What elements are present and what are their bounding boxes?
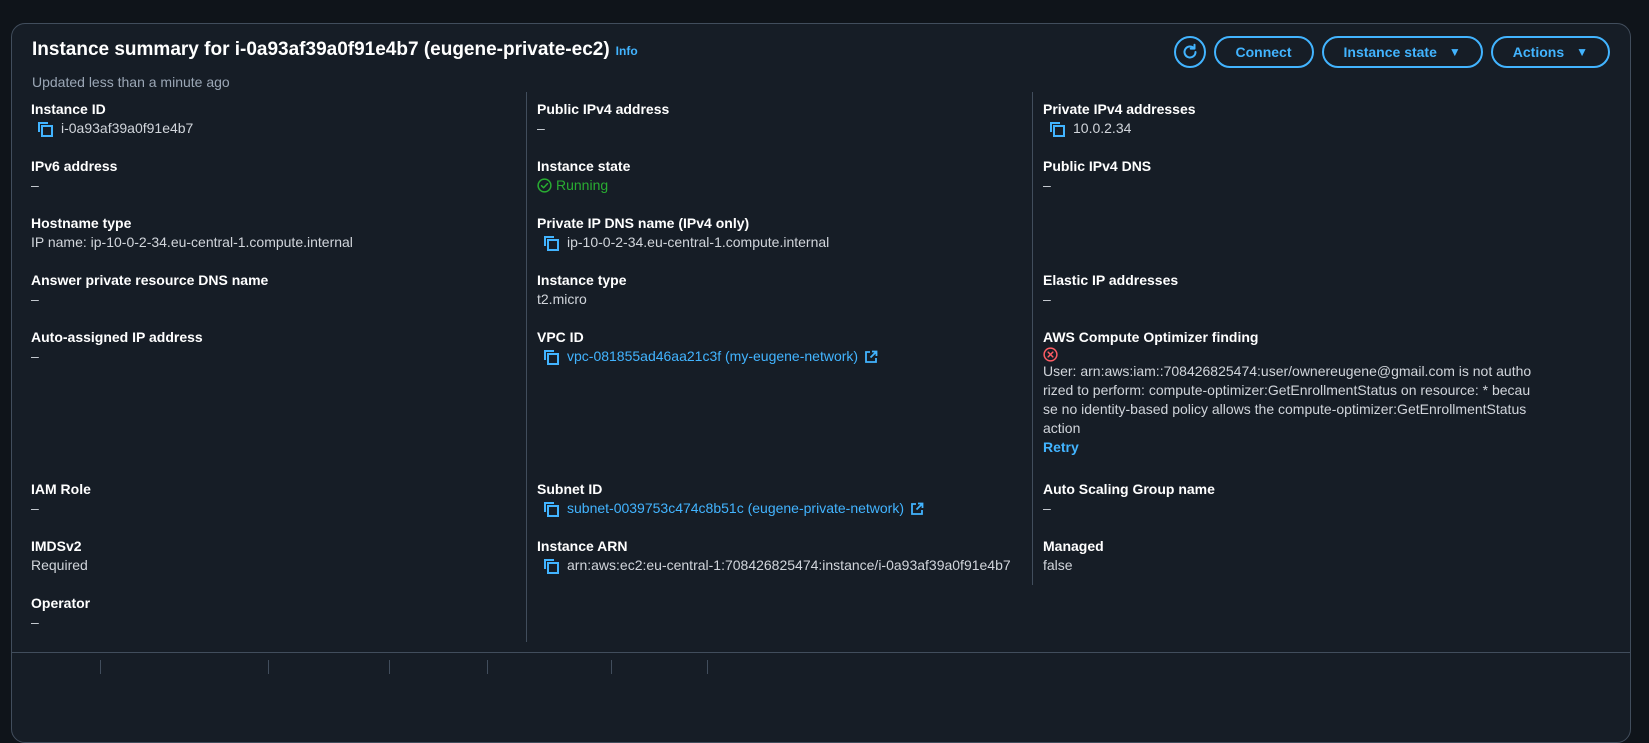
field-private-ipv4: Private IPv4 addresses 10.0.2.34: [1043, 100, 1533, 138]
field-hostname-type: Hostname type IP name: ip-10-0-2-34.eu-c…: [31, 214, 521, 252]
field-label: Public IPv4 address: [537, 101, 670, 117]
tab-separator: [268, 660, 269, 674]
field-managed: Managed false: [1043, 537, 1533, 575]
instance-arn-value: arn:aws:ec2:eu-central-1:708426825474:in…: [567, 557, 1011, 573]
caret-down-icon: ▼: [1576, 45, 1588, 59]
info-link[interactable]: Info: [616, 44, 638, 58]
instance-id-value: i-0a93af39a0f91e4b7: [61, 120, 194, 136]
field-label: Private IPv4 addresses: [1043, 101, 1196, 117]
field-label: Public IPv4 DNS: [1043, 158, 1152, 174]
field-elastic-ip: Elastic IP addresses –: [1043, 271, 1533, 309]
subnet-id-link[interactable]: subnet-0039753c474c8b51c (eugene-private…: [567, 499, 904, 518]
field-value: –: [1043, 177, 1051, 193]
external-link-icon[interactable]: [864, 350, 878, 364]
field-value: IP name: ip-10-0-2-34.eu-central-1.compu…: [31, 234, 353, 250]
field-value: –: [1043, 500, 1051, 516]
field-value: false: [1043, 557, 1073, 573]
page-title-text: Instance summary for i-0a93af39a0f91e4b7…: [32, 39, 610, 60]
copy-icon[interactable]: [541, 499, 561, 518]
field-instance-state: Instance state Running: [537, 157, 1027, 195]
field-instance-id: Instance ID i-0a93af39a0f91e4b7: [31, 100, 521, 138]
external-link-icon[interactable]: [910, 502, 924, 516]
caret-down-icon: ▼: [1448, 45, 1461, 59]
field-private-dns: Private IP DNS name (IPv4 only) ip-10-0-…: [537, 214, 1027, 252]
copy-icon[interactable]: [541, 233, 561, 252]
column-divider: [1032, 92, 1033, 585]
status-running: Running: [556, 177, 609, 193]
actions-dropdown[interactable]: Actions ▼: [1490, 36, 1610, 68]
private-dns-value: ip-10-0-2-34.eu-central-1.compute.intern…: [567, 234, 830, 250]
field-operator: Operator –: [31, 594, 521, 632]
field-asg-name: Auto Scaling Group name –: [1043, 480, 1533, 518]
field-value: –: [537, 120, 545, 136]
field-value: –: [1043, 291, 1051, 307]
field-label: IPv6 address: [31, 158, 118, 174]
field-label: AWS Compute Optimizer finding: [1043, 329, 1259, 345]
optimizer-error-message: User: arn:aws:iam::708426825474:user/own…: [1043, 363, 1532, 436]
refresh-button[interactable]: [1173, 36, 1206, 68]
connect-button-label: Connect: [1235, 44, 1292, 60]
instance-state-dropdown-label: Instance state: [1343, 44, 1437, 60]
field-public-dns: Public IPv4 DNS –: [1043, 157, 1533, 195]
tab-separator: [487, 660, 488, 674]
field-compute-optimizer: AWS Compute Optimizer finding User: arn:…: [1043, 328, 1533, 457]
header-actions: Connect Instance state ▼ Actions ▼: [1173, 36, 1610, 68]
field-answer-dns: Answer private resource DNS name –: [31, 271, 521, 309]
field-value: –: [31, 500, 39, 516]
field-iam-role: IAM Role –: [31, 480, 521, 518]
instance-state-dropdown[interactable]: Instance state ▼: [1321, 36, 1483, 68]
column-divider: [526, 92, 527, 642]
private-ipv4-value: 10.0.2.34: [1073, 120, 1132, 136]
tab-separator: [611, 660, 612, 674]
field-value: Required: [31, 557, 88, 573]
copy-icon[interactable]: [541, 347, 561, 366]
field-label: Instance ID: [31, 101, 106, 117]
field-imdsv2: IMDSv2 Required: [31, 537, 521, 575]
field-label: Hostname type: [31, 215, 132, 231]
field-label: Managed: [1043, 538, 1104, 554]
field-label: Answer private resource DNS name: [31, 272, 269, 288]
field-label: Subnet ID: [537, 481, 603, 497]
actions-dropdown-label: Actions: [1512, 44, 1565, 60]
copy-icon[interactable]: [35, 119, 55, 138]
tabs-divider: [12, 652, 1630, 653]
field-label: Auto-assigned IP address: [31, 329, 203, 345]
vpc-id-link[interactable]: vpc-081855ad46aa21c3f (my-eugene-network…: [567, 347, 858, 366]
copy-icon[interactable]: [541, 556, 561, 575]
refresh-icon: [1183, 43, 1196, 59]
field-vpc-id: VPC ID vpc-081855ad46aa21c3f (my-eugene-…: [537, 328, 1027, 366]
tab-separator: [100, 660, 101, 674]
field-label: Private IP DNS name (IPv4 only): [537, 215, 750, 231]
field-instance-type: Instance type t2.micro: [537, 271, 1027, 309]
field-value: –: [31, 348, 39, 364]
field-label: Auto Scaling Group name: [1043, 481, 1215, 497]
connect-button[interactable]: Connect: [1213, 36, 1314, 68]
field-value: –: [31, 291, 39, 307]
field-value: –: [31, 177, 39, 193]
field-subnet-id: Subnet ID subnet-0039753c474c8b51c (euge…: [537, 480, 1027, 518]
field-label: Elastic IP addresses: [1043, 272, 1179, 288]
error-icon: [1043, 347, 1533, 362]
retry-link[interactable]: Retry: [1043, 438, 1533, 457]
updated-timestamp: Updated less than a minute ago: [32, 74, 230, 90]
field-label: IMDSv2: [31, 538, 82, 554]
field-auto-ip: Auto-assigned IP address –: [31, 328, 521, 366]
field-value: t2.micro: [537, 291, 587, 307]
field-ipv6: IPv6 address –: [31, 157, 521, 195]
check-circle-icon: [537, 178, 552, 193]
page-title: Instance summary for i-0a93af39a0f91e4b7…: [32, 39, 638, 61]
instance-summary-panel: Instance summary for i-0a93af39a0f91e4b7…: [11, 23, 1631, 743]
tab-separator: [707, 660, 708, 674]
field-instance-arn: Instance ARN arn:aws:ec2:eu-central-1:70…: [537, 537, 1027, 575]
field-label: Instance state: [537, 158, 631, 174]
field-label: Instance type: [537, 272, 627, 288]
field-label: VPC ID: [537, 329, 584, 345]
field-label: Instance ARN: [537, 538, 628, 554]
field-value: –: [31, 614, 39, 630]
field-public-ipv4: Public IPv4 address –: [537, 100, 1027, 138]
field-label: IAM Role: [31, 481, 91, 497]
copy-icon[interactable]: [1047, 119, 1067, 138]
tab-separator: [389, 660, 390, 674]
field-label: Operator: [31, 595, 91, 611]
